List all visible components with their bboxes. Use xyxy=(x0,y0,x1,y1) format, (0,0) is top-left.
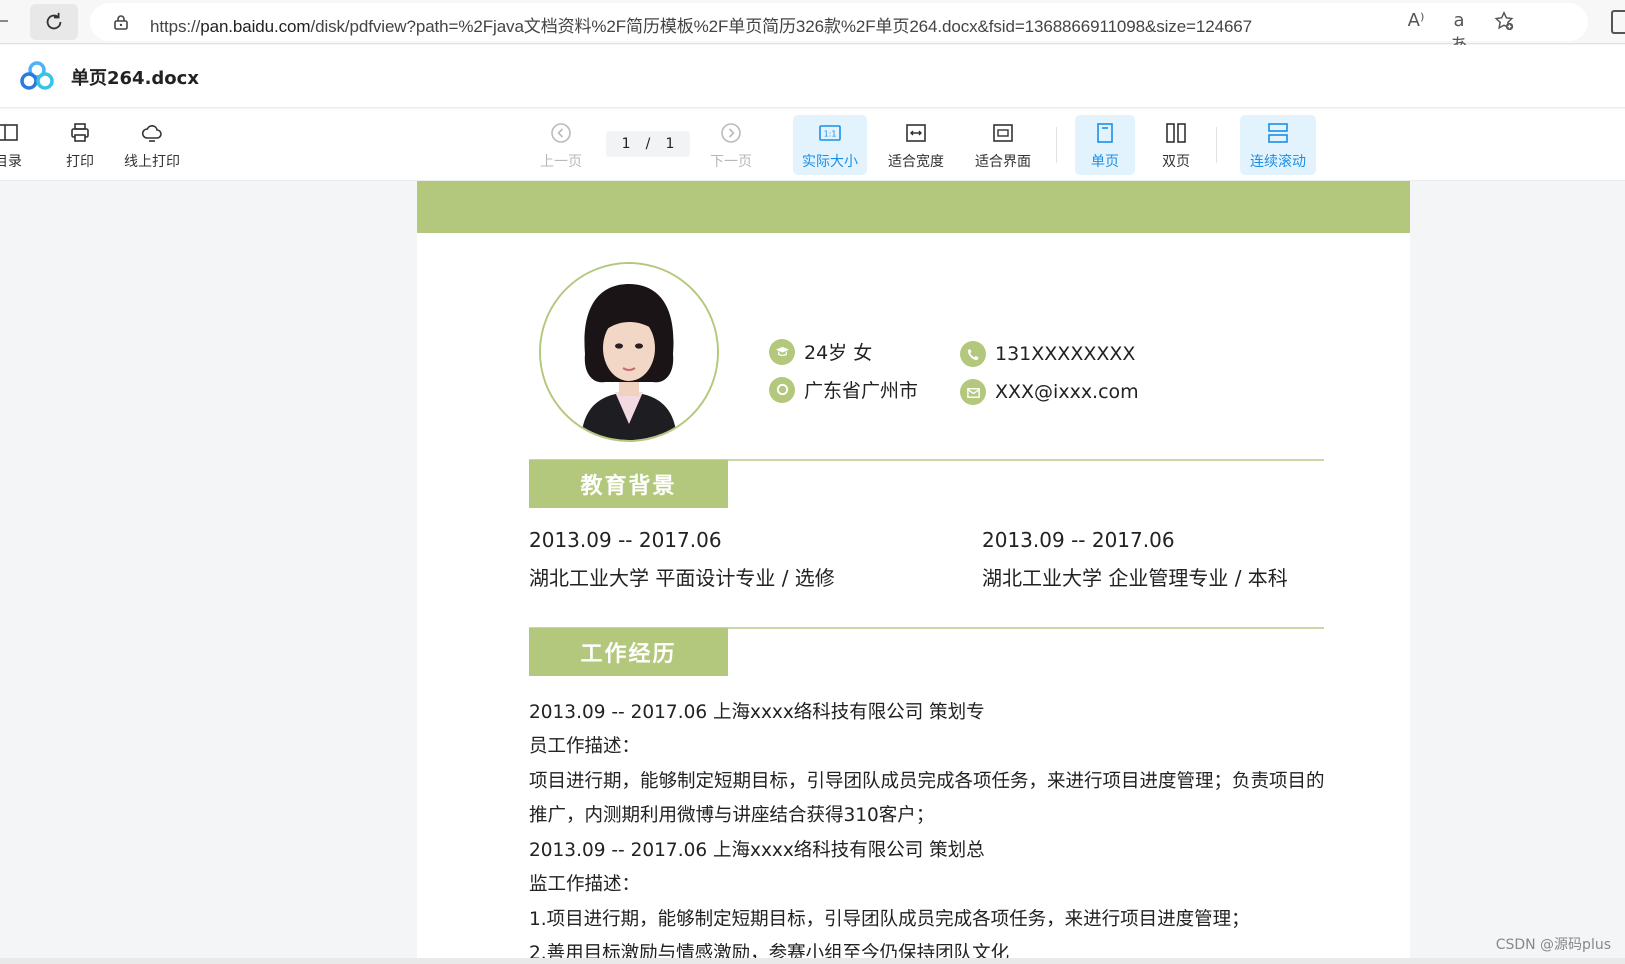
phone-text: 131XXXXXXXX xyxy=(995,343,1136,365)
edu1-detail: 湖北工业大学 平面设计专业 / 选修 xyxy=(529,566,835,590)
work-heading: 工作经历 xyxy=(529,628,728,676)
age-gender-item: 24岁 女 xyxy=(769,338,872,365)
resume-page: 24岁 女 广东省广州市 131XXXXXXXX XXX@ixxx.com 教育… xyxy=(417,181,1410,964)
chevron-right-icon xyxy=(721,123,741,143)
browser-toolbar: https://pan.baidu.com/disk/pdfview?path=… xyxy=(0,0,1625,56)
read-aloud-icon[interactable]: A⁾ xyxy=(1402,10,1430,31)
edu1-period: 2013.09 -- 2017.06 xyxy=(529,528,722,552)
lock-icon xyxy=(114,15,128,30)
single-page-label: 单页 xyxy=(1091,154,1119,170)
work2-desc-1: 1.项目进行期，能够制定短期目标，引导团队成员完成各项任务，来进行项目进度管理； xyxy=(529,909,1250,930)
favorite-star-icon[interactable] xyxy=(1490,10,1518,37)
toolbar-divider xyxy=(1216,127,1217,163)
work1-desc-1: 项目进行期，能够制定短期目标，引导团队成员完成各项任务，来进行项目进度管理；负责… xyxy=(529,771,1325,792)
online-print-button[interactable]: 线上打印 xyxy=(116,115,188,175)
online-print-label: 线上打印 xyxy=(124,154,180,170)
document-viewport[interactable]: 24岁 女 广东省广州市 131XXXXXXXX XXX@ixxx.com 教育… xyxy=(0,181,1625,964)
profile-photo xyxy=(539,262,719,442)
location-item: 广东省广州市 xyxy=(769,376,918,403)
work2-line: 2013.09 -- 2017.06 上海xxxx络科技有限公司 策划总 xyxy=(529,840,985,861)
fit-screen-icon xyxy=(993,124,1013,142)
fit-width-button[interactable]: 适合宽度 xyxy=(881,115,951,175)
toolbar-divider xyxy=(1056,127,1057,163)
work1-continued: 员工作描述： xyxy=(529,736,641,757)
work1-desc-2: 推广，内测期利用微博与讲座结合获得310客户； xyxy=(529,805,935,826)
continuous-scroll-button[interactable]: 连续滚动 xyxy=(1240,115,1316,175)
print-button[interactable]: 打印 xyxy=(58,115,102,175)
location-pin-icon xyxy=(769,376,795,403)
single-page-button[interactable]: 单页 xyxy=(1075,115,1135,175)
page-indicator[interactable]: 1 / 1 xyxy=(606,131,690,157)
edu2-period: 2013.09 -- 2017.06 xyxy=(982,528,1175,552)
toc-button[interactable]: 目录 xyxy=(0,115,30,175)
work2-continued: 监工作描述： xyxy=(529,874,641,895)
email-item: XXX@ixxx.com xyxy=(960,379,1139,405)
graduation-cap-icon xyxy=(769,338,795,365)
age-gender-text: 24岁 女 xyxy=(804,342,873,364)
fit-screen-label: 适合界面 xyxy=(975,154,1031,170)
page-header-band xyxy=(417,181,1410,233)
actual-size-label: 实际大小 xyxy=(802,154,858,170)
bottom-edge xyxy=(0,958,1625,964)
back-arrow-fragment[interactable] xyxy=(0,20,8,22)
continuous-scroll-icon xyxy=(1268,123,1288,143)
double-page-label: 双页 xyxy=(1162,154,1190,170)
cloud-print-icon xyxy=(141,125,162,142)
viewer-toolbar: 目录 打印 线上打印 上一页 1 / 1 下一页 1:1 实际大小 适合宽度 适… xyxy=(0,109,1625,181)
reload-button[interactable] xyxy=(30,4,78,40)
work1-line: 2013.09 -- 2017.06 上海xxxx络科技有限公司 策划专 xyxy=(529,702,985,723)
document-title: 单页264.docx xyxy=(71,68,199,89)
education-heading: 教育背景 xyxy=(529,460,728,508)
email-icon xyxy=(960,379,986,405)
app-header: 单页264.docx xyxy=(0,45,1625,108)
next-page-button[interactable]: 下一页 xyxy=(703,115,759,175)
location-text: 广东省广州市 xyxy=(804,380,919,402)
actual-size-icon: 1:1 xyxy=(819,125,841,141)
toc-label: 目录 xyxy=(0,154,22,170)
current-page[interactable]: 1 xyxy=(622,136,631,152)
prev-page-label: 上一页 xyxy=(540,154,582,170)
page-separator: / xyxy=(645,136,651,152)
phone-item: 131XXXXXXXX xyxy=(960,341,1135,367)
double-page-button[interactable]: 双页 xyxy=(1151,115,1201,175)
total-pages: 1 xyxy=(665,136,675,152)
address-bar[interactable]: https://pan.baidu.com/disk/pdfview?path=… xyxy=(90,3,1588,56)
fit-screen-button[interactable]: 适合界面 xyxy=(968,115,1038,175)
edu2-detail: 湖北工业大学 企业管理专业 / 本科 xyxy=(982,566,1288,590)
actual-size-button[interactable]: 1:1 实际大小 xyxy=(793,115,867,175)
sidebar-toggle-icon[interactable] xyxy=(1611,10,1625,34)
svg-text:1:1: 1:1 xyxy=(824,130,837,139)
continuous-scroll-label: 连续滚动 xyxy=(1250,154,1306,170)
double-page-icon xyxy=(1166,123,1186,143)
email-text: XXX@ixxx.com xyxy=(995,381,1139,403)
phone-icon xyxy=(960,341,986,367)
reload-icon xyxy=(46,12,62,30)
prev-page-button[interactable]: 上一页 xyxy=(533,115,589,175)
fit-width-icon xyxy=(906,124,926,142)
toc-icon xyxy=(0,124,18,141)
baidu-netdisk-logo xyxy=(20,61,54,90)
printer-icon xyxy=(71,123,89,142)
url-text[interactable]: https://pan.baidu.com/disk/pdfview?path=… xyxy=(150,12,1252,37)
single-page-icon xyxy=(1097,123,1113,143)
chevron-left-icon xyxy=(551,123,571,143)
print-label: 打印 xyxy=(66,154,94,170)
csdn-watermark: CSDN @源码plus xyxy=(1495,937,1611,953)
fit-width-label: 适合宽度 xyxy=(888,154,944,170)
next-page-label: 下一页 xyxy=(710,154,752,170)
